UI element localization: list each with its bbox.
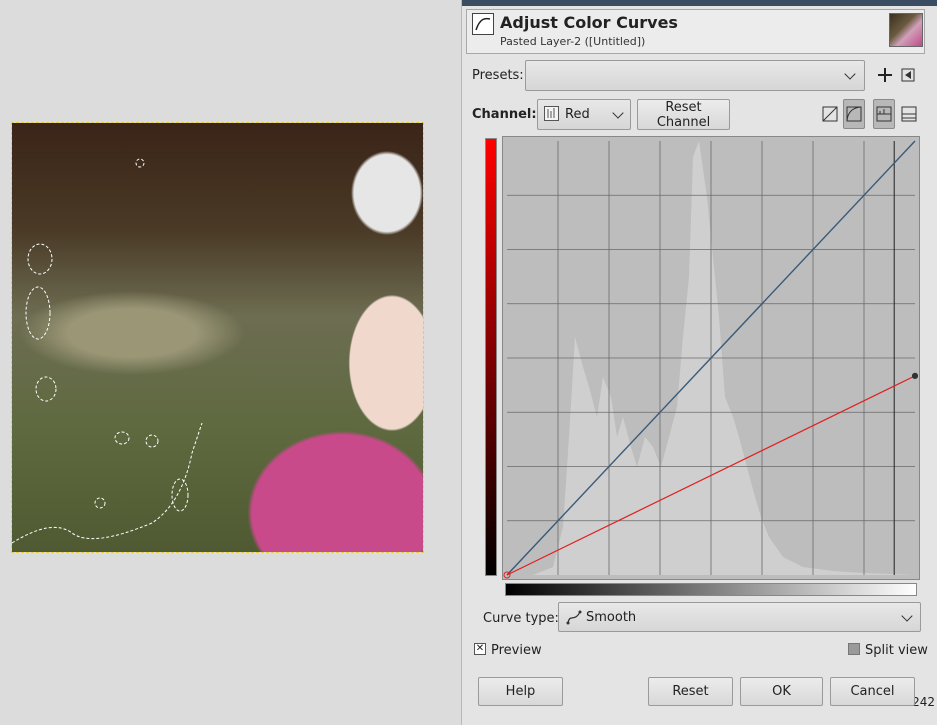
cancel-button[interactable]: Cancel (830, 677, 915, 706)
curves-dialog: Adjust Color Curves Pasted Layer-2 ([Unt… (461, 0, 937, 725)
split-view-checkbox[interactable] (848, 643, 860, 655)
chevron-down-icon (612, 107, 624, 119)
output-gradient-bar (485, 138, 497, 576)
dialog-titlebar-strip (462, 0, 937, 6)
presets-label: Presets: (472, 68, 524, 83)
preview-checkbox[interactable]: ✕ (474, 643, 486, 655)
input-gradient-bar (505, 583, 917, 596)
histogram-linear-icon[interactable] (873, 99, 895, 129)
control-point[interactable] (911, 372, 919, 379)
curve-graph[interactable]: x:242 (502, 136, 935, 709)
curves-icon (472, 13, 494, 35)
image-canvas[interactable] (11, 122, 424, 553)
curve-plot[interactable] (503, 137, 919, 579)
smooth-curve-icon (566, 609, 582, 625)
log-curve-icon[interactable] (843, 99, 865, 129)
histogram-log-icon[interactable] (898, 101, 920, 127)
triangle-left-icon[interactable] (900, 65, 918, 85)
dialog-title: Adjust Color Curves (500, 13, 678, 32)
channel-combo[interactable]: Red (537, 99, 631, 130)
dialog-header: Adjust Color Curves Pasted Layer-2 ([Unt… (466, 9, 925, 54)
selection-marching-ants (12, 158, 203, 544)
chevron-down-icon (901, 610, 913, 622)
ok-button[interactable]: OK (740, 677, 823, 706)
dialog-subtitle: Pasted Layer-2 ([Untitled]) (500, 35, 646, 48)
help-button[interactable]: Help (478, 677, 563, 706)
channel-icon (544, 106, 559, 121)
split-view-label[interactable]: Split view (865, 643, 928, 658)
linear-curve-icon[interactable] (819, 101, 841, 127)
reset-channel-button[interactable]: Reset Channel (637, 99, 730, 130)
reset-button[interactable]: Reset (648, 677, 733, 706)
chevron-down-icon (844, 68, 856, 80)
channel-value: Red (565, 107, 590, 122)
curve-type-label: Curve type: (483, 611, 559, 626)
curve-type-value: Smooth (586, 610, 637, 625)
layer-thumbnail (889, 13, 923, 47)
presets-combo[interactable] (525, 60, 865, 91)
channel-label: Channel: (472, 107, 537, 122)
plus-icon[interactable] (876, 65, 894, 85)
preview-label[interactable]: Preview (491, 643, 542, 658)
curve-type-combo[interactable]: Smooth (558, 602, 921, 632)
